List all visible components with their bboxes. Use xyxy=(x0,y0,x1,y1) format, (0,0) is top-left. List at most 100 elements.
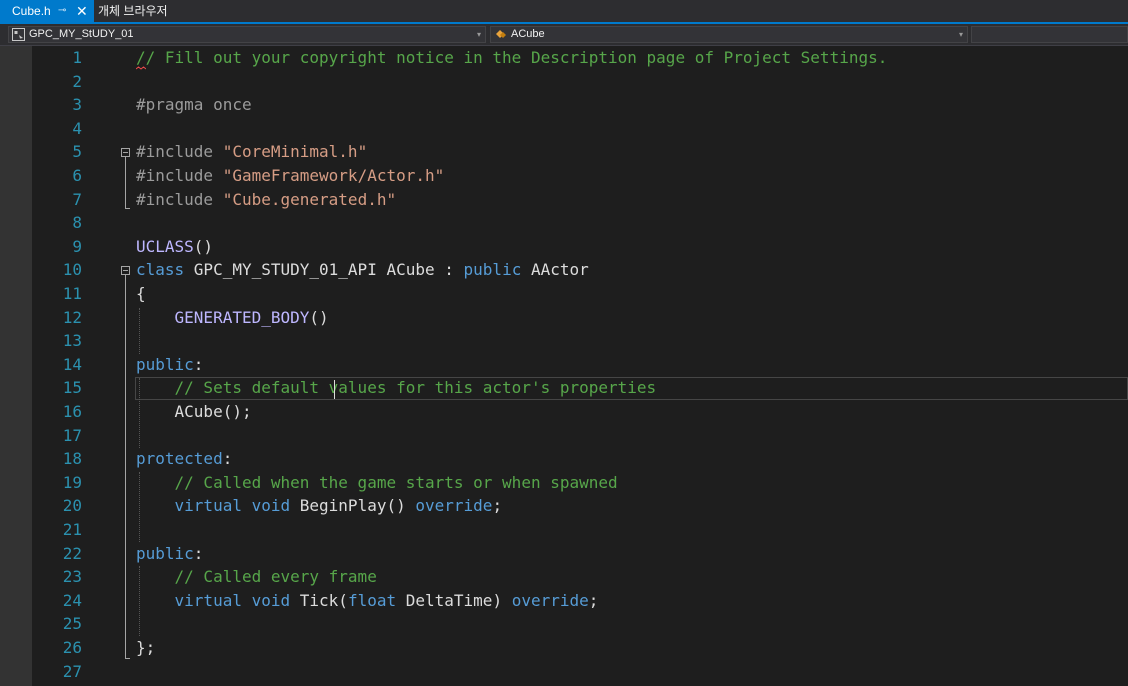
outline-end xyxy=(125,658,130,659)
code-line[interactable]: 13 xyxy=(32,329,1128,353)
document-tab-strip: Cube.h ⊸ ✕ 개체 브라우저 xyxy=(0,0,1128,24)
line-number: 17 xyxy=(62,425,82,445)
tab-object-browser[interactable]: 개체 브라우저 xyxy=(98,0,168,22)
chevron-down-icon: ▾ xyxy=(476,30,481,39)
code-line[interactable]: 17 xyxy=(32,424,1128,448)
code-line[interactable]: 2 xyxy=(32,70,1128,94)
line-number: 13 xyxy=(62,331,82,351)
code-token: override xyxy=(415,496,493,516)
code-line[interactable]: 4 xyxy=(32,117,1128,141)
code-token: ACube xyxy=(386,260,435,280)
code-text: public: xyxy=(136,542,203,566)
code-line[interactable]: 6 #include "GameFramework/Actor.h" xyxy=(32,164,1128,188)
code-token: #include xyxy=(136,166,223,185)
code-line[interactable]: 20 virtual void BeginPlay() override; xyxy=(32,494,1128,518)
line-number: 27 xyxy=(62,661,82,681)
line-number: 4 xyxy=(72,118,82,138)
code-line[interactable]: 9 UCLASS() xyxy=(32,235,1128,259)
code-text: // Called when the game starts or when s… xyxy=(136,471,618,495)
line-number: 8 xyxy=(72,213,82,233)
code-line[interactable]: 10 class GPC_MY_STUDY_01_API ACube : publ… xyxy=(32,258,1128,282)
code-text: protected: xyxy=(136,447,232,471)
code-line[interactable]: 21 xyxy=(32,518,1128,542)
error-squiggle xyxy=(136,66,146,70)
code-token: BeginPlay xyxy=(299,496,387,516)
pin-icon[interactable]: ⊸ xyxy=(58,0,66,22)
code-token: // Called every frame xyxy=(136,567,377,587)
code-line[interactable]: 22 public: xyxy=(32,542,1128,566)
code-line[interactable]: 15 // Sets default values for this actor… xyxy=(32,376,1128,400)
code-token: : xyxy=(434,260,464,280)
code-line[interactable]: 5 #include "CoreMinimal.h" xyxy=(32,140,1128,164)
code-text: virtual void BeginPlay() override; xyxy=(136,494,503,518)
code-line[interactable]: 1 // Fill out your copyright notice in th… xyxy=(32,46,1128,70)
project-name: GPC_MY_StUDY_01 xyxy=(29,28,134,40)
code-line[interactable]: 7 #include "Cube.generated.h" xyxy=(32,188,1128,212)
code-text: class GPC_MY_STUDY_01_API ACube : public… xyxy=(136,258,589,282)
code-editor[interactable]: 1 // Fill out your copyright notice in th… xyxy=(32,46,1128,686)
code-line[interactable]: 11 { xyxy=(32,282,1128,306)
project-icon xyxy=(12,28,25,41)
code-token: class xyxy=(136,260,194,280)
code-token: UCLASS xyxy=(136,236,194,256)
code-token: () xyxy=(193,236,214,256)
tab-label: 개체 브라우저 xyxy=(98,4,168,18)
code-line[interactable]: 8 xyxy=(32,211,1128,235)
function-dropdown[interactable] xyxy=(971,26,1128,43)
code-token: protected xyxy=(136,449,223,469)
collapse-icon[interactable] xyxy=(121,148,130,157)
line-number: 5 xyxy=(72,142,82,162)
line-number: 15 xyxy=(62,378,82,398)
member-name: ACube xyxy=(511,28,545,40)
code-text: ACube(); xyxy=(136,400,252,424)
code-token: : xyxy=(222,449,233,469)
tab-cube-h[interactable]: Cube.h ⊸ ✕ xyxy=(0,0,94,22)
code-line[interactable]: 3 #pragma once xyxy=(32,93,1128,117)
code-line[interactable]: 23 // Called every frame xyxy=(32,565,1128,589)
line-number: 11 xyxy=(62,284,82,303)
close-icon[interactable]: ✕ xyxy=(76,0,88,22)
code-text: public: xyxy=(136,353,203,377)
navigation-bar: GPC_MY_StUDY_01 ▾ ACube ▾ xyxy=(0,24,1128,46)
code-text: }; xyxy=(136,636,155,660)
code-token: public xyxy=(136,543,194,563)
code-token: // Called when the game starts or when s… xyxy=(136,472,618,492)
code-token: void xyxy=(251,590,300,610)
code-text: // Sets default values for this actor's … xyxy=(136,376,657,400)
code-line[interactable]: 24 virtual void Tick(float DeltaTime) ov… xyxy=(32,589,1128,613)
collapse-icon[interactable] xyxy=(121,266,130,275)
code-token: : xyxy=(193,354,204,374)
code-token: ) xyxy=(492,590,512,610)
code-text: // Called every frame xyxy=(136,565,377,589)
line-number: 22 xyxy=(62,543,82,563)
code-text: virtual void Tick(float DeltaTime) overr… xyxy=(136,589,599,613)
code-line[interactable]: 12 GENERATED_BODY() xyxy=(32,306,1128,330)
code-token: #include xyxy=(136,142,223,162)
code-token: }; xyxy=(136,638,156,657)
line-number: 1 xyxy=(72,48,82,67)
code-token: override xyxy=(511,590,589,610)
code-line[interactable]: 19 // Called when the game starts or whe… xyxy=(32,471,1128,495)
code-line[interactable]: 16 ACube(); xyxy=(32,400,1128,424)
code-line[interactable]: 25 xyxy=(32,612,1128,636)
code-token: "GameFramework/Actor.h" xyxy=(222,166,445,185)
code-text: #include "Cube.generated.h" xyxy=(136,188,396,212)
project-dropdown[interactable]: GPC_MY_StUDY_01 ▾ xyxy=(8,26,486,43)
member-dropdown[interactable]: ACube ▾ xyxy=(490,26,968,43)
outline-bar xyxy=(125,275,126,658)
code-token: DeltaTime xyxy=(405,590,493,610)
code-token: () xyxy=(309,307,329,327)
line-number: 2 xyxy=(72,71,82,91)
indent-guide xyxy=(139,472,140,542)
code-line[interactable]: 26}; xyxy=(32,636,1128,660)
line-number: 3 xyxy=(72,95,82,115)
chevron-down-icon: ▾ xyxy=(958,30,963,39)
code-line[interactable]: 14 public: xyxy=(32,353,1128,377)
code-token: (); xyxy=(222,402,252,421)
code-line[interactable]: 27 xyxy=(32,660,1128,684)
code-token: Tick xyxy=(299,590,339,610)
code-text: GENERATED_BODY() xyxy=(136,306,329,330)
indent-guide xyxy=(139,308,140,354)
code-text: #include "GameFramework/Actor.h" xyxy=(136,164,444,188)
code-line[interactable]: 18 protected: xyxy=(32,447,1128,471)
